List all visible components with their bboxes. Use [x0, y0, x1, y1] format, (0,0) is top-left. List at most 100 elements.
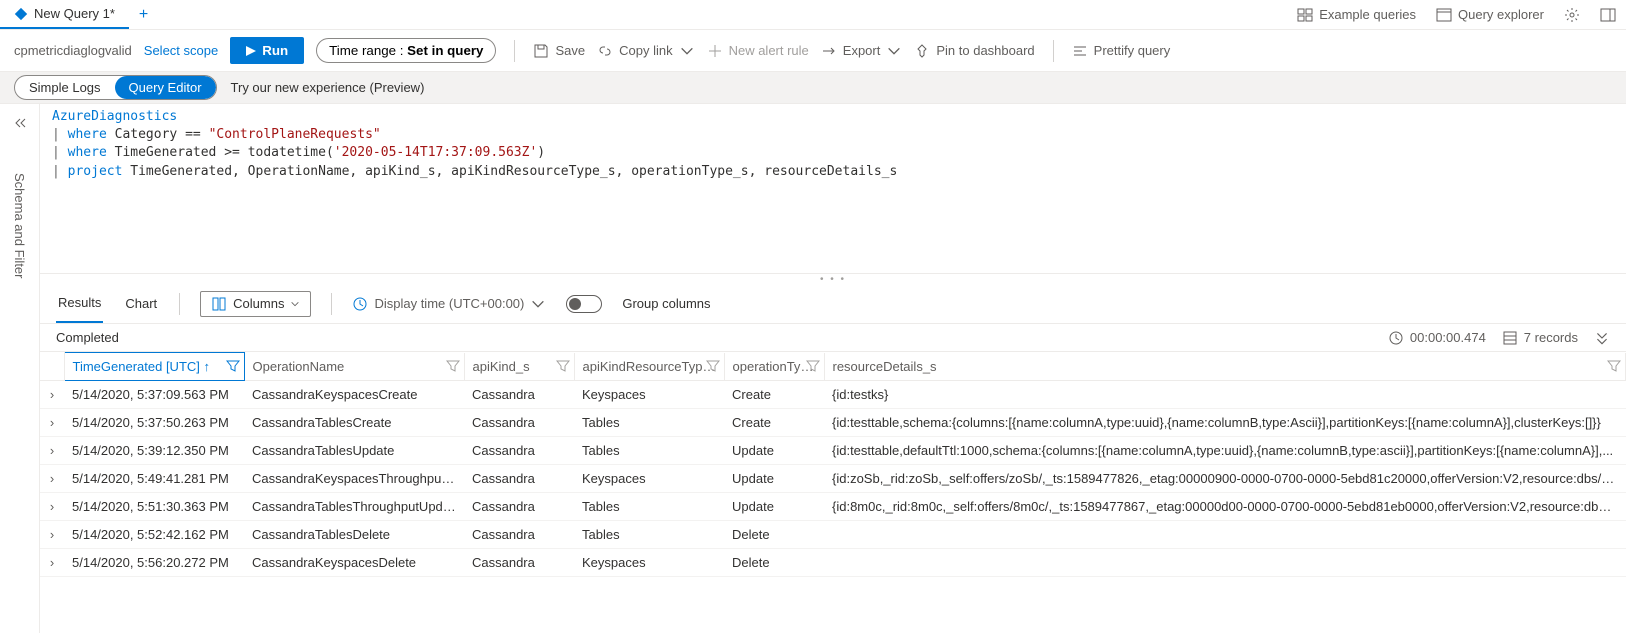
save-button[interactable]: Save	[533, 43, 585, 59]
cell-apikind: Cassandra	[464, 409, 574, 437]
cell-operationname: CassandraKeyspacesDelete	[244, 549, 464, 577]
expand-button[interactable]	[1594, 330, 1610, 346]
table-row[interactable]: ›5/14/2020, 5:37:09.563 PMCassandraKeysp…	[40, 381, 1626, 409]
cell-operationname: CassandraKeyspacesThroughputUpdate	[244, 465, 464, 493]
time-range-prefix: Time range :	[329, 43, 407, 58]
cell-resourcedetails: {id:8m0c,_rid:8m0c,_self:offers/8m0c/,_t…	[824, 493, 1626, 521]
expand-row-button[interactable]: ›	[40, 493, 64, 521]
settings-button[interactable]	[1554, 0, 1590, 29]
expand-row-button[interactable]: ›	[40, 409, 64, 437]
expand-row-button[interactable]: ›	[40, 521, 64, 549]
export-button[interactable]: Export	[821, 43, 903, 59]
query-tab-icon	[14, 7, 28, 21]
prettify-button[interactable]: Prettify query	[1072, 43, 1171, 59]
cell-resourcedetails: {id:testtable,defaultTtl:1000,schema:{co…	[824, 437, 1626, 465]
query-editor-toggle[interactable]: Query Editor	[115, 76, 216, 99]
table-row[interactable]: ›5/14/2020, 5:49:41.281 PMCassandraKeysp…	[40, 465, 1626, 493]
command-bar: cpmetricdiaglogvalid Select scope Run Ti…	[0, 30, 1626, 72]
expand-row-button[interactable]: ›	[40, 437, 64, 465]
export-label: Export	[843, 43, 881, 58]
preview-link[interactable]: Try our new experience (Preview)	[231, 80, 425, 95]
gear-icon	[1564, 7, 1580, 23]
cell-resourcedetails	[824, 549, 1626, 577]
panel-button[interactable]	[1590, 0, 1626, 29]
chevron-down-icon	[886, 43, 902, 59]
save-icon	[533, 43, 549, 59]
time-range-button[interactable]: Time range : Set in query	[316, 38, 496, 63]
run-label: Run	[262, 43, 288, 58]
status-records: 7 records	[1524, 330, 1578, 345]
expand-row-button[interactable]: ›	[40, 549, 64, 577]
cell-resourcetype: Tables	[574, 409, 724, 437]
table-row[interactable]: ›5/14/2020, 5:37:50.263 PMCassandraTable…	[40, 409, 1626, 437]
filter-icon[interactable]	[806, 359, 820, 373]
pin-icon	[914, 43, 930, 59]
expand-row-button[interactable]: ›	[40, 465, 64, 493]
cell-apikind: Cassandra	[464, 381, 574, 409]
cell-resourcedetails: {id:testks}	[824, 381, 1626, 409]
cell-timegenerated: 5/14/2020, 5:51:30.363 PM	[64, 493, 244, 521]
copy-link-button[interactable]: Copy link	[597, 43, 694, 59]
chevron-down-icon	[530, 296, 546, 312]
col-operationtype[interactable]: operationTyp...	[724, 353, 824, 381]
filter-icon[interactable]	[1607, 359, 1621, 373]
cell-timegenerated: 5/14/2020, 5:37:09.563 PM	[64, 381, 244, 409]
tab-new-query[interactable]: New Query 1*	[0, 0, 129, 29]
add-tab-button[interactable]: +	[129, 6, 158, 24]
cell-operationname: CassandraTablesDelete	[244, 521, 464, 549]
run-button[interactable]: Run	[230, 37, 304, 64]
col-apikind[interactable]: apiKind_s	[464, 353, 574, 381]
sidebar-collapse-button[interactable]	[13, 116, 27, 133]
cell-operationtype: Delete	[724, 549, 824, 577]
pin-button[interactable]: Pin to dashboard	[914, 43, 1034, 59]
example-queries-label: Example queries	[1319, 7, 1416, 22]
cell-operationname: CassandraTablesCreate	[244, 409, 464, 437]
col-apikindresourcetype[interactable]: apiKindResourceType_s	[574, 353, 724, 381]
link-icon	[597, 43, 613, 59]
cell-operationtype: Create	[724, 409, 824, 437]
cell-resourcedetails: {id:zoSb,_rid:zoSb,_self:offers/zoSb/,_t…	[824, 465, 1626, 493]
table-row[interactable]: ›5/14/2020, 5:39:12.350 PMCassandraTable…	[40, 437, 1626, 465]
view-toggle-bar: Simple Logs Query Editor Try our new exp…	[0, 72, 1626, 104]
chevron-double-left-icon	[13, 116, 27, 130]
chevron-down-icon	[679, 43, 695, 59]
tab-results[interactable]: Results	[56, 284, 103, 323]
separator	[1053, 40, 1054, 62]
select-scope-link[interactable]: Select scope	[144, 43, 218, 58]
query-editor[interactable]: AzureDiagnostics | where Category == "Co…	[40, 104, 1626, 274]
tab-chart[interactable]: Chart	[123, 284, 159, 323]
display-time-button[interactable]: Display time (UTC+00:00)	[352, 296, 546, 312]
expand-row-button[interactable]: ›	[40, 381, 64, 409]
example-queries-button[interactable]: Example queries	[1287, 0, 1426, 29]
new-alert-label: New alert rule	[729, 43, 809, 58]
columns-button[interactable]: Columns	[200, 291, 311, 317]
table-row[interactable]: ›5/14/2020, 5:56:20.272 PMCassandraKeysp…	[40, 549, 1626, 577]
chevron-double-down-icon	[1594, 330, 1610, 346]
cell-timegenerated: 5/14/2020, 5:49:41.281 PM	[64, 465, 244, 493]
time-range-value: Set in query	[407, 43, 483, 58]
table-row[interactable]: ›5/14/2020, 5:52:42.162 PMCassandraTable…	[40, 521, 1626, 549]
cell-resourcedetails: {id:testtable,schema:{columns:[{name:col…	[824, 409, 1626, 437]
sidebar-label[interactable]: Schema and Filter	[12, 173, 27, 279]
status-bar: Completed 00:00:00.474 7 records	[40, 324, 1626, 352]
cell-resourcedetails	[824, 521, 1626, 549]
simple-logs-toggle[interactable]: Simple Logs	[15, 76, 115, 99]
filter-icon[interactable]	[706, 359, 720, 373]
filter-icon[interactable]	[446, 359, 460, 373]
cell-timegenerated: 5/14/2020, 5:39:12.350 PM	[64, 437, 244, 465]
query-explorer-button[interactable]: Query explorer	[1426, 0, 1554, 29]
resize-handle[interactable]: • • •	[40, 274, 1626, 284]
col-timegenerated[interactable]: TimeGenerated [UTC] ↑	[64, 353, 244, 381]
filter-icon[interactable]	[226, 359, 240, 373]
display-time-label: Display time (UTC+00:00)	[374, 296, 524, 311]
col-resourcedetails[interactable]: resourceDetails_s	[824, 353, 1626, 381]
cell-operationtype: Update	[724, 465, 824, 493]
new-alert-button[interactable]: New alert rule	[707, 43, 809, 59]
filter-icon[interactable]	[556, 359, 570, 373]
export-icon	[821, 43, 837, 59]
table-row[interactable]: ›5/14/2020, 5:51:30.363 PMCassandraTable…	[40, 493, 1626, 521]
group-columns-toggle[interactable]	[566, 295, 602, 313]
scope-value: cpmetricdiaglogvalid	[14, 43, 132, 58]
col-operationname[interactable]: OperationName	[244, 353, 464, 381]
columns-icon	[211, 296, 227, 312]
